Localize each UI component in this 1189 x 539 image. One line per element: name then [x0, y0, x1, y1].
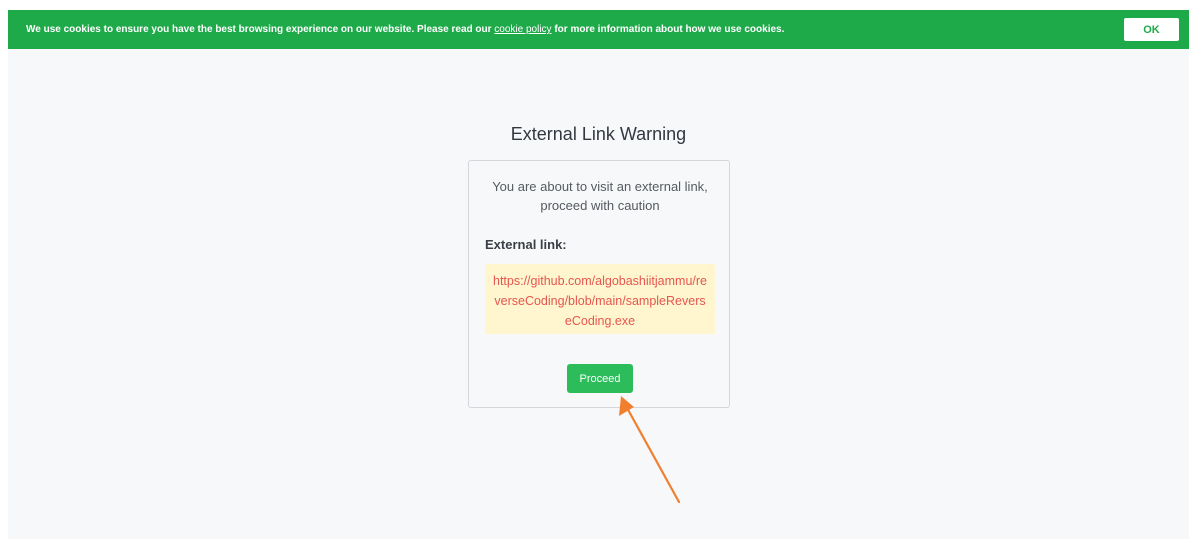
arrow-shaft [624, 404, 681, 504]
cookie-ok-button[interactable]: OK [1124, 18, 1179, 41]
cookie-message: We use cookies to ensure you have the be… [26, 24, 784, 35]
warning-message: You are about to visit an external link,… [492, 179, 708, 213]
proceed-button[interactable]: Proceed [567, 364, 633, 393]
external-link-label: External link: [485, 237, 567, 252]
page-title: External Link Warning [510, 124, 687, 144]
cookie-text-after: for more information about how we use co… [551, 24, 785, 35]
page-viewport: We use cookies to ensure you have the be… [8, 10, 1189, 539]
cookie-policy-link[interactable]: cookie policy [494, 24, 551, 35]
warning-card: You are about to visit an external link,… [468, 160, 730, 408]
cookie-text-before: We use cookies to ensure you have the be… [26, 24, 495, 35]
external-url: https://github.com/algobashiitjammu/reve… [485, 264, 715, 334]
cookie-banner: We use cookies to ensure you have the be… [8, 10, 1189, 49]
